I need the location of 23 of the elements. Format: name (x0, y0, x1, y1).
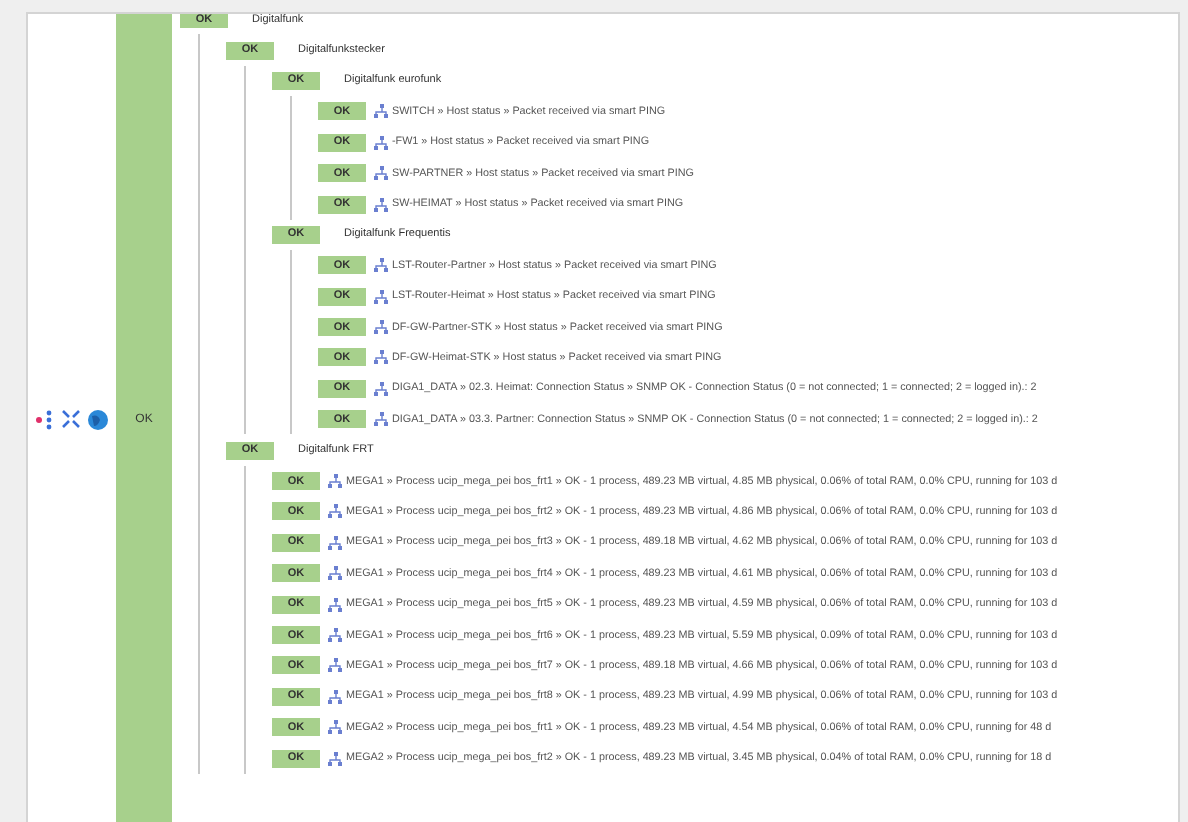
network-icon[interactable] (374, 135, 388, 150)
network-icon[interactable] (328, 535, 342, 550)
network-icon[interactable] (328, 504, 342, 519)
network-icon[interactable] (374, 197, 388, 212)
network-icon[interactable] (374, 320, 388, 335)
network-icon[interactable] (328, 566, 342, 581)
dots-icon[interactable] (36, 409, 54, 429)
network-icon[interactable] (328, 628, 342, 642)
network-icon[interactable] (328, 658, 342, 673)
network-icon[interactable] (374, 166, 388, 181)
network-icon[interactable] (328, 720, 342, 735)
network-icon[interactable] (374, 289, 388, 304)
network-icon[interactable] (374, 258, 388, 273)
network-icon[interactable] (328, 474, 342, 489)
network-icon[interactable] (374, 381, 388, 396)
network-icon[interactable] (374, 104, 388, 119)
network-icon[interactable] (374, 350, 388, 365)
globe-icon[interactable] (88, 409, 108, 429)
network-icon[interactable] (328, 751, 342, 766)
network-icon[interactable] (374, 412, 388, 427)
network-icon[interactable] (328, 597, 342, 612)
network-icon[interactable] (328, 689, 342, 704)
expand-icon[interactable] (62, 410, 80, 428)
